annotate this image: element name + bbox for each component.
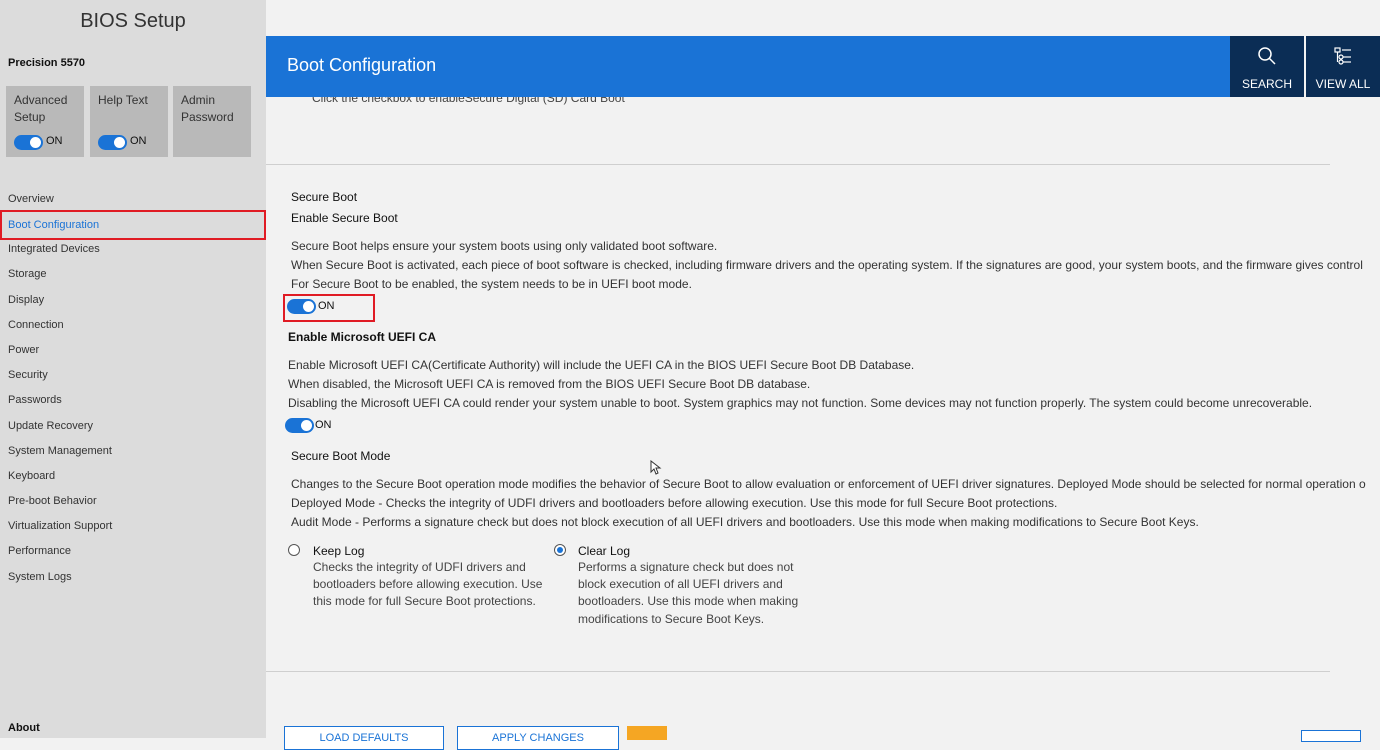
- view-all-icon: [1334, 47, 1351, 65]
- microsoft-uefi-ca-toggle[interactable]: [285, 418, 314, 433]
- section-title: Secure Boot: [291, 190, 358, 204]
- setting-desc: Changes to the Secure Boot operation mod…: [291, 477, 1366, 491]
- apply-changes-button[interactable]: APPLY CHANGES: [457, 726, 619, 750]
- radio-label: Keep Log: [313, 544, 365, 558]
- app-title: BIOS Setup: [80, 10, 186, 32]
- secure-boot-state: ON: [318, 300, 335, 312]
- nav-item-display[interactable]: Display: [0, 288, 266, 313]
- nav-item-system-management[interactable]: System Management: [0, 439, 266, 464]
- radio-label: Clear Log: [578, 544, 631, 558]
- model-name: Precision 5570: [8, 57, 86, 69]
- divider: [266, 671, 1330, 672]
- setting-desc: When Secure Boot is activated, each piec…: [291, 258, 1363, 272]
- advanced-setup-toggle[interactable]: [14, 135, 43, 150]
- setting-desc: For Secure Boot to be enabled, the syste…: [291, 277, 692, 291]
- nav-item-boot-configuration[interactable]: Boot Configuration: [0, 210, 266, 241]
- nav-item-overview[interactable]: Overview: [0, 187, 266, 212]
- toggle-state: ON: [46, 135, 63, 147]
- clear-log-radio[interactable]: [554, 544, 566, 556]
- view-all-button[interactable]: VIEW ALL: [1306, 36, 1380, 97]
- secure-boot-toggle[interactable]: [287, 299, 316, 314]
- nav-item-pre-boot-behavior[interactable]: Pre-boot Behavior: [0, 489, 266, 514]
- tile-label: Admin Password: [181, 93, 234, 124]
- mouse-cursor-icon: [650, 460, 662, 475]
- search-label: SEARCH: [1241, 77, 1292, 91]
- sidebar: BIOS Setup Precision 5570 Advanced Setup…: [0, 0, 266, 738]
- nav-item-performance[interactable]: Performance: [0, 539, 266, 564]
- setting-desc: Audit Mode - Performs a signature check …: [291, 515, 1199, 529]
- load-defaults-button[interactable]: LOAD DEFAULTS: [284, 726, 444, 750]
- exit-button[interactable]: [1301, 730, 1361, 742]
- toggle-state: ON: [130, 135, 147, 147]
- setting-title: Secure Boot Mode: [291, 449, 391, 463]
- tile-label: Help Text: [98, 93, 148, 107]
- search-icon: [1258, 47, 1276, 65]
- help-text-toggle[interactable]: [98, 135, 127, 150]
- nav-item-update-recovery[interactable]: Update Recovery: [0, 414, 266, 439]
- tile-label: Advanced Setup: [14, 93, 68, 124]
- search-button[interactable]: SEARCH: [1230, 36, 1304, 97]
- content-panel: Click the checkbox to enableSecure Digit…: [266, 97, 1380, 700]
- nav-item-virtualization-support[interactable]: Virtualization Support: [0, 514, 266, 539]
- setting-title: Enable Microsoft UEFI CA: [288, 330, 437, 344]
- admin-password-tile[interactable]: Admin Password: [173, 86, 251, 157]
- about-link[interactable]: About: [8, 722, 40, 734]
- nav-menu: Overview Boot Configuration Integrated D…: [0, 187, 266, 590]
- page-title: Boot Configuration: [287, 55, 437, 75]
- sd-card-boot-help: Click the checkbox to enableSecure Digit…: [312, 97, 625, 105]
- setting-desc: Disabling the Microsoft UEFI CA could re…: [288, 396, 1313, 410]
- help-text-tile[interactable]: Help Text ON: [90, 86, 168, 157]
- footer-bar: LOAD DEFAULTS APPLY CHANGES: [266, 700, 1380, 750]
- page-header: Boot Configuration: [266, 36, 1230, 97]
- nav-item-storage[interactable]: Storage: [0, 262, 266, 287]
- setting-desc: Secure Boot helps ensure your system boo…: [291, 239, 718, 253]
- radio-desc: Checks the integrity of UDFI drivers and…: [313, 560, 543, 609]
- nav-item-power[interactable]: Power: [0, 338, 266, 363]
- nav-item-keyboard[interactable]: Keyboard: [0, 464, 266, 489]
- nav-item-integrated-devices[interactable]: Integrated Devices: [0, 237, 266, 262]
- microsoft-uefi-ca-state: ON: [315, 419, 332, 431]
- setting-title: Enable Secure Boot: [291, 211, 398, 225]
- nav-item-security[interactable]: Security: [0, 363, 266, 388]
- nav-item-connection[interactable]: Connection: [0, 313, 266, 338]
- setting-desc: Enable Microsoft UEFI CA(Certificate Aut…: [288, 358, 915, 372]
- setting-desc: Deployed Mode - Checks the integrity of …: [291, 496, 1058, 510]
- advanced-setup-tile[interactable]: Advanced Setup ON: [6, 86, 84, 157]
- radio-desc: Performs a signature check but does not …: [578, 560, 799, 626]
- view-all-label: VIEW ALL: [1315, 77, 1371, 91]
- nav-item-system-logs[interactable]: System Logs: [0, 565, 266, 590]
- keep-log-radio[interactable]: [288, 544, 300, 556]
- nav-item-passwords[interactable]: Passwords: [0, 388, 266, 413]
- divider: [266, 164, 1330, 165]
- setting-desc: When disabled, the Microsoft UEFI CA is …: [288, 377, 811, 391]
